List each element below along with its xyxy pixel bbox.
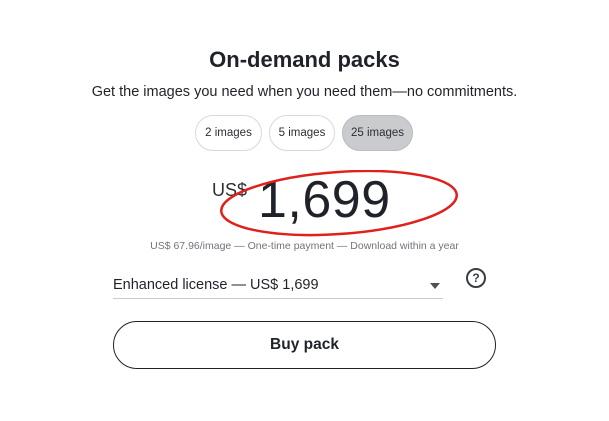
buy-pack-button[interactable]: Buy pack xyxy=(113,321,496,369)
price-details: US$ 67.96/image — One-time payment — Dow… xyxy=(150,240,459,252)
pack-option-2-images[interactable]: 2 images xyxy=(195,115,262,151)
page-subtitle: Get the images you need when you need th… xyxy=(91,84,518,100)
price-display: US$ 1,699 xyxy=(0,170,609,240)
question-circle-icon[interactable]: ? xyxy=(466,268,486,288)
license-dropdown[interactable]: Enhanced license — US$ 1,699 xyxy=(113,274,443,299)
pack-option-5-images[interactable]: 5 images xyxy=(269,115,335,151)
pack-size-options: 2 images 5 images 25 images xyxy=(0,115,609,153)
page-title: On-demand packs xyxy=(209,47,400,72)
price-amount: 1,699 xyxy=(258,171,391,229)
price-currency: US$ xyxy=(212,180,248,200)
license-selected-value: Enhanced license — US$ 1,699 xyxy=(113,277,319,293)
caret-down-icon xyxy=(430,283,440,289)
pack-option-25-images[interactable]: 25 images xyxy=(342,115,413,151)
